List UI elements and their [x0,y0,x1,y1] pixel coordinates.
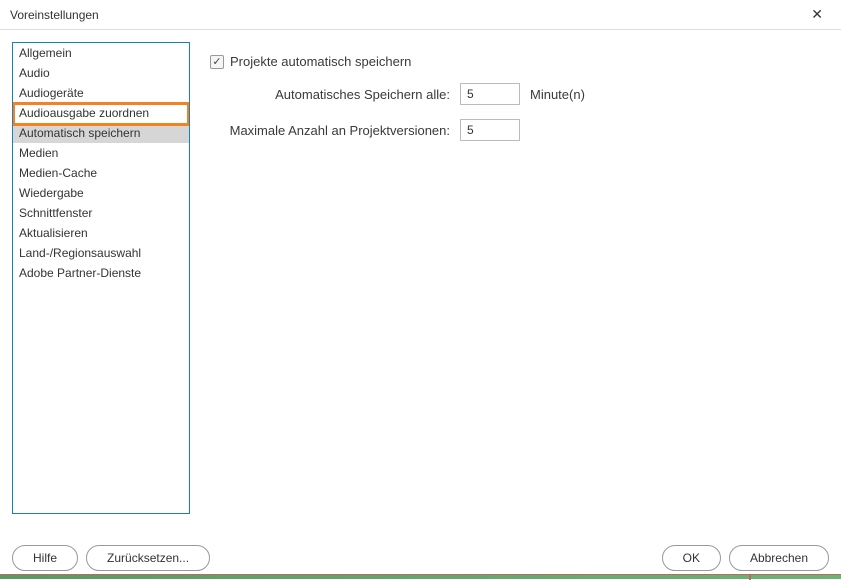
autosave-checkbox[interactable]: ✓ [210,55,224,69]
sidebar-item-timeline[interactable]: Schnittfenster [13,203,189,223]
autosave-checkbox-label: Projekte automatisch speichern [230,54,411,69]
max-versions-row: Maximale Anzahl an Projektversionen: [210,119,809,141]
interval-input[interactable] [460,83,520,105]
sidebar-item-playback[interactable]: Wiedergabe [13,183,189,203]
sidebar-item-media[interactable]: Medien [13,143,189,163]
footer-left: Hilfe Zurücksetzen... [12,545,210,571]
sidebar-item-media-cache[interactable]: Medien-Cache [13,163,189,183]
sidebar-item-autosave[interactable]: Automatisch speichern [13,123,189,143]
reset-button[interactable]: Zurücksetzen... [86,545,210,571]
sidebar-item-updates[interactable]: Aktualisieren [13,223,189,243]
sidebar-item-audio-output-mapping[interactable]: Audioausgabe zuordnen [13,103,189,123]
dialog-body: Allgemein Audio Audiogeräte Audioausgabe… [0,30,841,520]
help-button[interactable]: Hilfe [12,545,78,571]
ok-button[interactable]: OK [662,545,721,571]
sidebar: Allgemein Audio Audiogeräte Audioausgabe… [12,42,190,514]
footer: Hilfe Zurücksetzen... OK Abbrechen [12,545,829,571]
footer-right: OK Abbrechen [662,545,829,571]
sidebar-item-region[interactable]: Land-/Regionsauswahl [13,243,189,263]
sidebar-item-audio-devices[interactable]: Audiogeräte [13,83,189,103]
interval-row: Automatisches Speichern alle: Minute(n) [210,83,809,105]
window-title: Voreinstellungen [10,8,99,22]
sidebar-item-general[interactable]: Allgemein [13,43,189,63]
autosave-checkbox-row: ✓ Projekte automatisch speichern [210,54,809,69]
titlebar: Voreinstellungen ✕ [0,0,841,30]
sidebar-item-partner-services[interactable]: Adobe Partner-Dienste [13,263,189,283]
interval-label: Automatisches Speichern alle: [210,87,450,102]
timeline-strip [0,574,841,579]
content-panel: ✓ Projekte automatisch speichern Automat… [190,42,829,514]
close-icon[interactable]: ✕ [805,4,829,25]
max-versions-input[interactable] [460,119,520,141]
sidebar-item-audio[interactable]: Audio [13,63,189,83]
interval-unit: Minute(n) [530,87,585,102]
max-versions-label: Maximale Anzahl an Projektversionen: [210,123,450,138]
cancel-button[interactable]: Abbrechen [729,545,829,571]
